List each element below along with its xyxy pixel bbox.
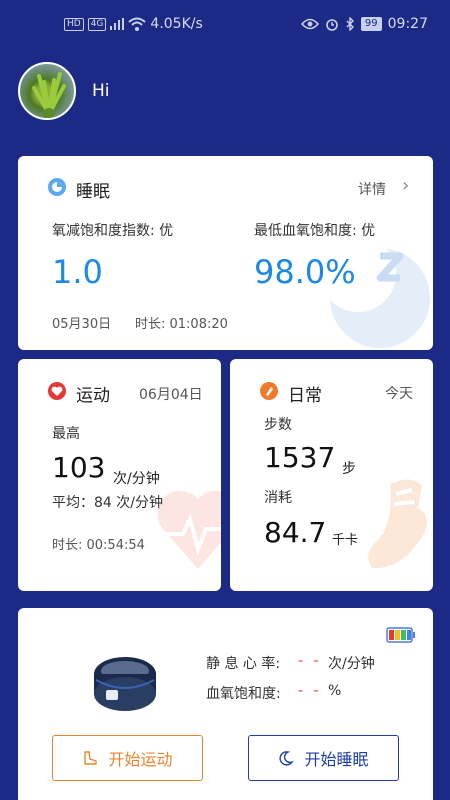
spo2-label: 血氧饱和度: — [206, 686, 281, 702]
clock: 09:27 — [387, 16, 428, 32]
daily-card[interactable]: 日常 今天 步数 1537 步 消耗 84.7 千卡 — [230, 359, 433, 591]
bluetooth-icon — [346, 17, 354, 31]
shoe-background — [368, 479, 428, 569]
start-sleep-button[interactable]: 开始睡眠 — [248, 735, 399, 781]
steps-unit: 步 — [342, 461, 356, 477]
calories-value: 84.7 — [264, 516, 327, 549]
sleep-duration: 时长: 01:08:20 — [135, 317, 228, 332]
avg-hr: 平均：84 次/分钟 — [52, 495, 163, 511]
status-right: 99 09:27 — [300, 16, 428, 32]
alarm-icon — [326, 19, 338, 31]
min-spo2-label: 最低血氧饱和度: 优 — [254, 223, 376, 239]
rest-hr-label: 静 息 心 率: — [206, 656, 281, 672]
steps-label: 步数 — [264, 417, 292, 433]
sleep-title: 睡眠 — [76, 182, 110, 202]
moon-icon — [279, 751, 295, 766]
sleep-card[interactable]: 睡眠 详情 › 氧减饱和度指数: 优 1.0 最低血氧饱和度: 优 98.0% … — [18, 156, 433, 350]
spo2-value: - - — [298, 683, 322, 699]
sport-date: 06月04日 — [139, 387, 203, 403]
ring-device-image — [94, 657, 156, 711]
network-type: 4G — [87, 17, 107, 31]
steps-value: 1537 — [264, 441, 336, 474]
device-battery-icon — [386, 627, 415, 643]
shoe-icon — [84, 751, 98, 765]
sport-card[interactable]: 运动 06月04日 最高 103 次/分钟 平均：84 次/分钟 时长: 00:… — [18, 359, 221, 591]
wifi-icon — [128, 17, 147, 31]
network-speed: 4.05K/s — [150, 16, 203, 32]
daily-title: 日常 — [288, 386, 322, 406]
hd-badge: HD — [64, 17, 84, 31]
avatar[interactable] — [18, 62, 76, 120]
heart-background — [158, 490, 221, 569]
status-left: HD 4G 4.05K/s — [64, 16, 203, 32]
battery-level: 99 — [360, 17, 382, 31]
heart-icon — [48, 382, 66, 400]
status-bar: HD 4G 4.05K/s 99 09:27 — [0, 0, 450, 48]
signal-icon — [110, 18, 125, 30]
sport-title: 运动 — [76, 386, 110, 406]
max-hr-label: 最高 — [52, 426, 80, 442]
sleep-details-link[interactable]: 详情 — [358, 179, 386, 199]
daily-today: 今天 — [385, 386, 413, 402]
rest-hr-unit: 次/分钟 — [328, 656, 375, 672]
sleep-date: 05月30日 — [52, 317, 112, 332]
sport-duration: 时长: 00:54:54 — [52, 538, 145, 553]
spo2-unit: % — [328, 683, 342, 699]
rest-hr-value: - - — [298, 653, 322, 669]
min-spo2-value: 98.0% — [254, 253, 356, 291]
calories-label: 消耗 — [264, 490, 292, 506]
odi-value: 1.0 — [52, 253, 103, 291]
start-sport-button[interactable]: 开始运动 — [52, 735, 203, 781]
plant-photo — [32, 72, 66, 118]
max-hr-value: 103 — [52, 451, 106, 484]
eye-icon — [300, 18, 319, 30]
chevron-right-icon[interactable]: › — [402, 175, 409, 196]
sleep-icon — [48, 178, 66, 196]
start-sleep-label: 开始睡眠 — [304, 750, 369, 769]
greeting: Hi — [92, 81, 110, 101]
calories-unit: 千卡 — [332, 533, 359, 548]
shoe-icon — [260, 382, 278, 400]
odi-label: 氧减饱和度指数: 优 — [52, 223, 174, 239]
start-sport-label: 开始运动 — [108, 750, 173, 769]
max-hr-unit: 次/分钟 — [113, 471, 160, 487]
device-card: 静 息 心 率: - - 次/分钟 血氧饱和度: - - % 开始运动 开始睡眠 — [18, 608, 433, 800]
